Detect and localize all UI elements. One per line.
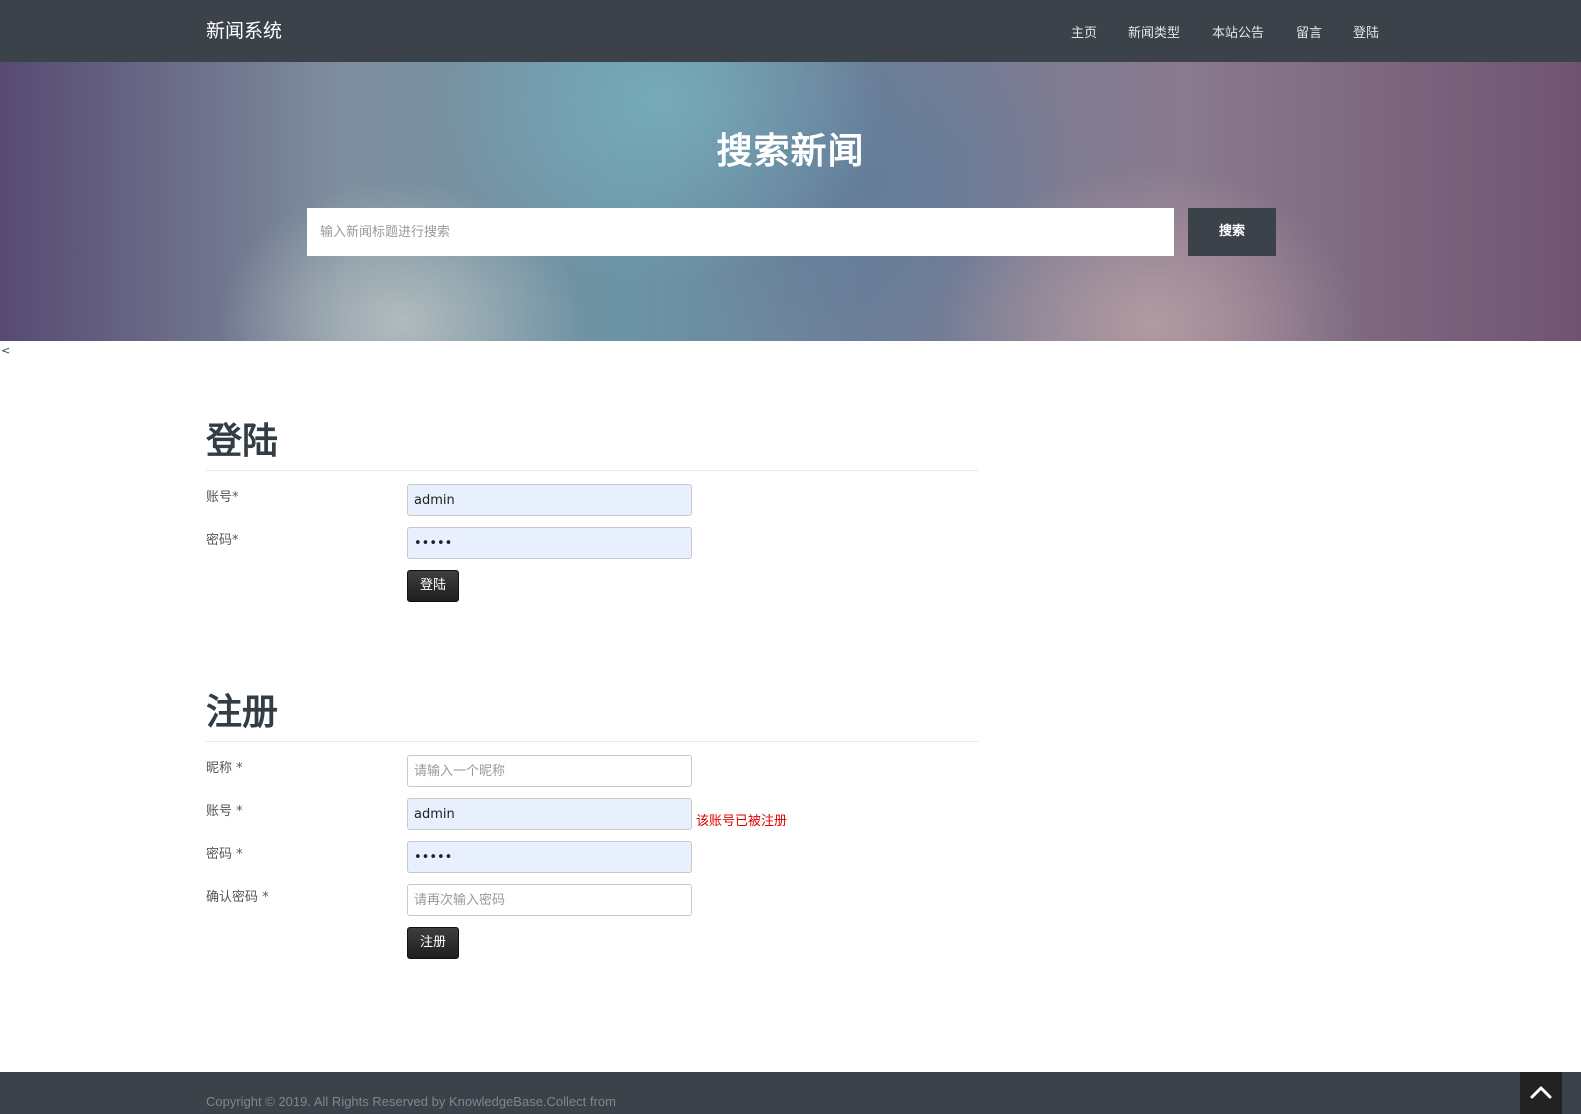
stray-text: < bbox=[1, 344, 11, 357]
chevron-up-icon bbox=[1530, 1086, 1552, 1099]
register-nickname-input[interactable] bbox=[407, 755, 692, 787]
nav-item-news-types[interactable]: 新闻类型 bbox=[1128, 22, 1180, 41]
footer-copyright: Copyright © 2019. All Rights Reserved by… bbox=[206, 1094, 616, 1109]
register-password-input[interactable] bbox=[407, 841, 692, 873]
page-footer: Copyright © 2019. All Rights Reserved by… bbox=[0, 1072, 1581, 1114]
search-button[interactable]: 搜索 bbox=[1188, 208, 1276, 256]
login-password-label: 密码* bbox=[206, 533, 239, 548]
login-divider bbox=[206, 470, 978, 471]
register-confirm-password-input[interactable] bbox=[407, 884, 692, 916]
register-divider bbox=[206, 741, 978, 742]
back-to-top-button[interactable] bbox=[1520, 1072, 1562, 1114]
login-section-title: 登陆 bbox=[206, 421, 279, 462]
login-account-label: 账号* bbox=[206, 490, 239, 505]
register-confirm-password-label: 确认密码 * bbox=[206, 890, 269, 905]
brand-logo[interactable]: 新闻系统 bbox=[206, 16, 282, 43]
news-search-input[interactable] bbox=[307, 208, 1174, 256]
register-submit-button[interactable]: 注册 bbox=[407, 927, 459, 959]
account-error-message: 该账号已被注册 bbox=[696, 814, 788, 829]
nav-item-home[interactable]: 主页 bbox=[1071, 22, 1097, 41]
login-account-input[interactable] bbox=[407, 484, 692, 516]
register-section-title: 注册 bbox=[206, 692, 279, 733]
register-account-label: 账号 * bbox=[206, 804, 243, 819]
top-navbar: 新闻系统 主页 新闻类型 本站公告 留言 登陆 bbox=[0, 0, 1581, 62]
register-account-input[interactable] bbox=[407, 798, 692, 830]
register-nickname-label: 昵称 * bbox=[206, 761, 243, 776]
login-password-input[interactable] bbox=[407, 527, 692, 559]
nav-item-announcements[interactable]: 本站公告 bbox=[1212, 22, 1264, 41]
nav-item-login[interactable]: 登陆 bbox=[1353, 22, 1379, 41]
nav-item-messages[interactable]: 留言 bbox=[1296, 22, 1322, 41]
login-submit-button[interactable]: 登陆 bbox=[407, 570, 459, 602]
search-hero-banner bbox=[0, 62, 1581, 341]
register-password-label: 密码 * bbox=[206, 847, 243, 862]
hero-title: 搜索新闻 bbox=[716, 131, 865, 172]
